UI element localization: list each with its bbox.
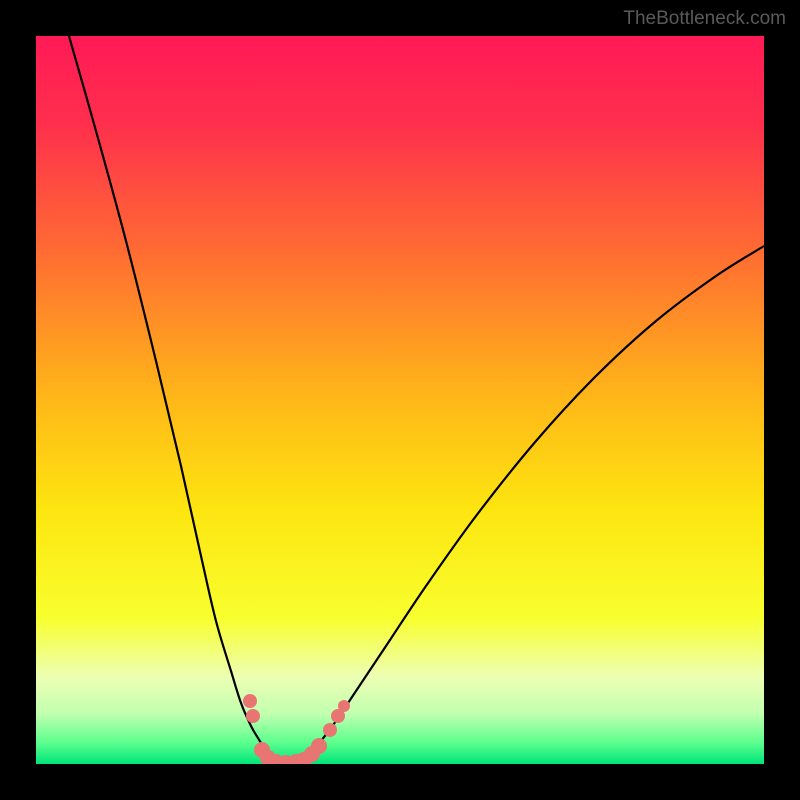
data-marker [243,694,257,708]
watermark-text: TheBottleneck.com [623,8,786,30]
data-marker [311,738,327,754]
data-marker [246,709,260,723]
data-marker [323,723,337,737]
gradient-background [36,36,764,764]
data-marker [338,700,350,712]
chart-area [36,36,764,764]
chart-svg [36,36,764,764]
